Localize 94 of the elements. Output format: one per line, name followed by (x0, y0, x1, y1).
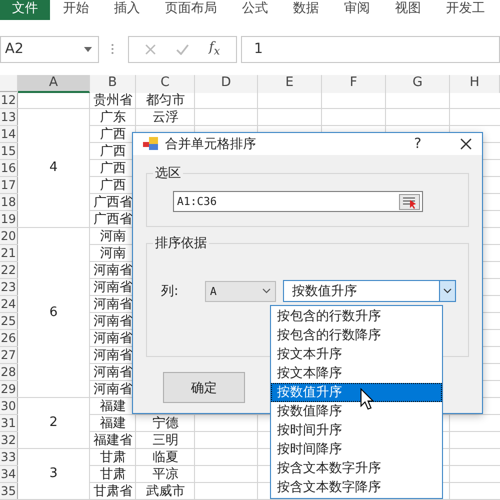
table-cell-text: 广东 (99, 109, 127, 126)
ribbon-tab[interactable]: 审阅 (332, 0, 382, 20)
table-cell-text: 广西 (99, 143, 127, 160)
dialog-title: 合并单元格排序 (165, 136, 257, 153)
table-cell-text: 河南省 (92, 279, 134, 296)
table-cell-text: 平凉 (152, 466, 180, 483)
table-cell-text: 广西省 (92, 194, 134, 211)
row-header[interactable]: 12 (0, 92, 18, 109)
row-header[interactable]: 19 (0, 211, 18, 228)
check-icon[interactable] (176, 44, 190, 54)
chevron-icon (443, 288, 452, 294)
column-header[interactable]: F (322, 75, 386, 93)
row-header[interactable]: 22 (0, 262, 18, 279)
range-field[interactable]: A1:C36 (173, 191, 423, 212)
row-header[interactable]: 14 (0, 126, 18, 143)
table-cell-text: 都匀市 (145, 92, 186, 109)
row-header[interactable]: 35 (0, 483, 18, 500)
row-header[interactable]: 31 (0, 415, 18, 432)
row-header[interactable]: 20 (0, 228, 18, 245)
insert-function-button[interactable]: f$_{x}$ (209, 40, 220, 58)
name-box[interactable]: A2 (0, 36, 99, 62)
formula-field[interactable]: 1 (241, 36, 500, 62)
column-header[interactable]: B (90, 75, 136, 93)
table-cell-text: 广西省 (92, 211, 134, 228)
caret-icon (84, 46, 92, 52)
table-cell-text: 河南省 (92, 313, 134, 330)
row-header[interactable]: 34 (0, 466, 18, 483)
column-select[interactable]: A (205, 280, 276, 302)
table-cell-text: 福建省 (92, 432, 134, 449)
table-cell-text: 河南省 (92, 347, 134, 364)
ribbon-tab[interactable]: 开始 (51, 0, 101, 20)
row-header[interactable]: 13 (0, 109, 18, 126)
row-header[interactable]: 33 (0, 449, 18, 466)
row-header[interactable]: 28 (0, 364, 18, 381)
ribbon-tab[interactable]: 开发工 (434, 0, 497, 20)
table-cell-text: 广西 (99, 160, 127, 177)
column-header[interactable]: G (386, 75, 450, 93)
row-header[interactable]: 16 (0, 160, 18, 177)
row-header[interactable]: 21 (0, 245, 18, 262)
row-header[interactable]: 27 (0, 347, 18, 364)
table-cell-text: 广西 (99, 177, 127, 194)
app-icon (143, 137, 159, 151)
ok-button[interactable]: 确定 (163, 372, 245, 403)
table-cell-text: 河南省 (92, 330, 134, 347)
group-label: 选区 (153, 164, 183, 182)
row-header[interactable]: 32 (0, 432, 18, 449)
column-label: 列: (160, 283, 180, 300)
table-cell-text: 河南省 (92, 364, 134, 381)
column-header[interactable]: A (18, 75, 90, 93)
table-cell-text: 临夏 (152, 449, 180, 466)
table-cell-text: 河南省 (92, 381, 134, 398)
row-header[interactable]: 17 (0, 177, 18, 194)
dropdown-option[interactable]: 按数值升序 (271, 383, 442, 402)
row-header[interactable]: 18 (0, 194, 18, 211)
row-header[interactable]: 24 (0, 296, 18, 313)
row-header[interactable]: 23 (0, 279, 18, 296)
ribbon-tab[interactable]: 数据 (281, 0, 331, 20)
table-cell-text: 贵州省 (92, 92, 134, 109)
ribbon-tab[interactable]: 插入 (102, 0, 152, 20)
row-header[interactable]: 26 (0, 330, 18, 347)
table-cell-text: 甘肃 (99, 466, 127, 483)
chevron-icon (262, 288, 271, 294)
order-select[interactable]: 按数值升序 (283, 280, 456, 302)
table-cell-text: 河南省 (92, 296, 134, 313)
ribbon-tab[interactable]: 文件 (0, 0, 50, 20)
table-cell-text: 福建 (99, 415, 127, 432)
table-cell-text: 宁德 (152, 415, 180, 432)
table-cell-text: 福建 (99, 398, 127, 415)
table-cell-text: 甘肃省 (92, 483, 134, 500)
close-icon[interactable] (460, 138, 472, 150)
table-cell-text: 武威市 (145, 483, 186, 500)
column-header[interactable]: D (195, 75, 258, 93)
table-cell-text: 三明 (152, 432, 180, 449)
column-header[interactable]: C (136, 75, 195, 93)
row-header[interactable]: 25 (0, 313, 18, 330)
table-cell-text: 河南 (99, 228, 127, 245)
column-header[interactable]: H (450, 75, 500, 93)
row-header[interactable]: 30 (0, 398, 18, 415)
grip-icon (111, 43, 114, 55)
group-label: 排序依据 (153, 234, 209, 252)
table-cell-text: 广西 (99, 126, 127, 143)
row-header[interactable]: 29 (0, 381, 18, 398)
cursor-icon (360, 388, 374, 410)
column-header[interactable]: E (258, 75, 322, 93)
table-cell-text: 河南 (99, 245, 127, 262)
table-cell-text: 河南省 (92, 262, 134, 279)
help-button[interactable]: ? (414, 136, 454, 152)
ribbon-tab[interactable]: 公式 (230, 0, 280, 20)
row-header[interactable]: 15 (0, 143, 18, 160)
ribbon-tab[interactable]: 视图 (383, 0, 433, 20)
table-cell-text: 云浮 (152, 109, 180, 126)
table-cell-text: 甘肃 (99, 449, 127, 466)
range-picker-icon[interactable] (399, 194, 420, 210)
ribbon-tab[interactable]: 页面布局 (153, 0, 229, 20)
